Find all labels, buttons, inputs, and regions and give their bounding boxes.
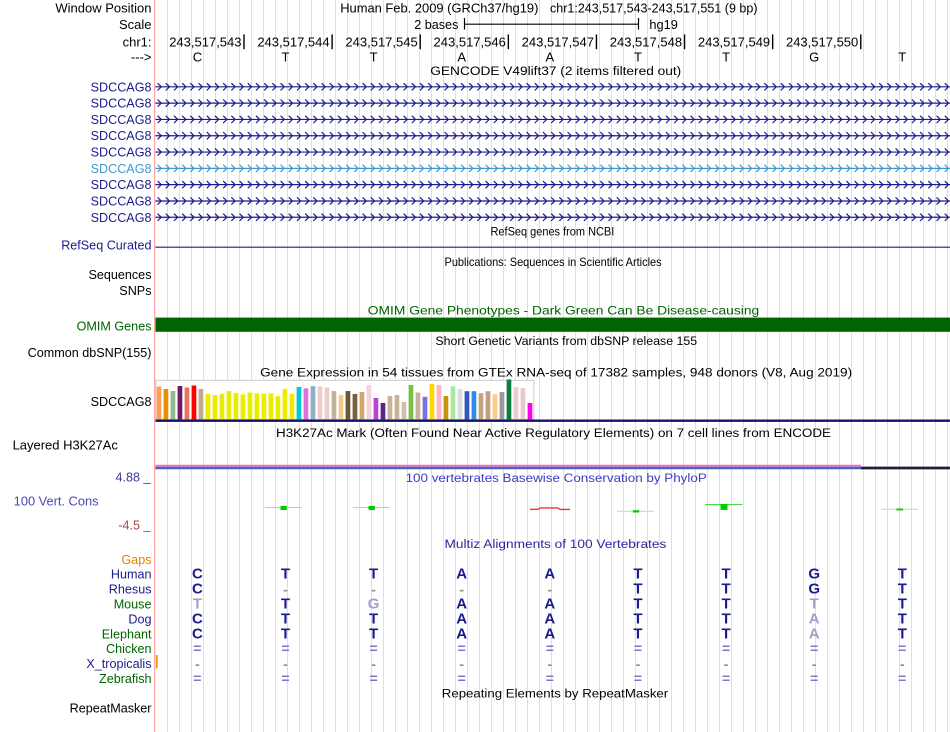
svg-text:243,517,544: 243,517,544 — [257, 35, 329, 50]
svg-text:G: G — [809, 50, 819, 65]
svg-text:Common dbSNP(155): Common dbSNP(155) — [28, 346, 152, 360]
svg-text:=: = — [370, 670, 378, 686]
svg-text:=: = — [281, 640, 289, 656]
svg-text:100 vertebrates Basewise Conse: 100 vertebrates Basewise Conservation by… — [406, 471, 707, 485]
svg-text:=: = — [810, 640, 818, 656]
svg-text:A: A — [544, 566, 555, 583]
svg-text:=: = — [458, 670, 466, 686]
svg-text:C: C — [193, 50, 202, 65]
svg-text:=: = — [458, 640, 466, 656]
svg-text:243,517,548: 243,517,548 — [610, 35, 682, 50]
svg-text:=: = — [370, 640, 378, 656]
svg-text:T: T — [281, 566, 290, 583]
svg-text:Human: Human — [111, 568, 152, 582]
svg-text:chr1:243,517,543-243,517,551 (: chr1:243,517,543-243,517,551 (9 bp) — [550, 1, 758, 16]
svg-text:243,517,545: 243,517,545 — [345, 35, 417, 50]
svg-text:OMIM Gene Phenotypes - Dark Gr: OMIM Gene Phenotypes - Dark Green Can Be… — [368, 303, 760, 317]
svg-text:SDCCAG8: SDCCAG8 — [91, 194, 152, 208]
svg-text:Mouse: Mouse — [114, 597, 152, 611]
svg-text:=: = — [546, 640, 554, 656]
svg-text:Scale: Scale — [119, 17, 152, 32]
svg-text:SDCCAG8: SDCCAG8 — [91, 129, 152, 143]
svg-text:Human Feb. 2009 (GRCh37/hg19): Human Feb. 2009 (GRCh37/hg19) — [340, 1, 538, 16]
svg-text:H3K27Ac Mark (Often Found Near: H3K27Ac Mark (Often Found Near Active Re… — [276, 426, 831, 440]
svg-text:4.88 _: 4.88 _ — [115, 471, 151, 485]
svg-text:A: A — [456, 566, 467, 583]
svg-text:SDCCAG8: SDCCAG8 — [91, 146, 152, 160]
svg-text:SDCCAG8: SDCCAG8 — [91, 395, 152, 409]
svg-text:Rhesus: Rhesus — [109, 583, 152, 597]
svg-text:=: = — [634, 670, 642, 686]
svg-text:RefSeq genes from NCBI: RefSeq genes from NCBI — [491, 224, 615, 238]
svg-text:SNPs: SNPs — [119, 284, 151, 298]
svg-text:SDCCAG8: SDCCAG8 — [91, 178, 152, 192]
svg-text:Chicken: Chicken — [106, 642, 152, 656]
svg-text:=: = — [722, 640, 730, 656]
svg-text:T: T — [722, 50, 730, 65]
svg-text:=: = — [722, 670, 730, 686]
svg-text:T: T — [282, 50, 290, 65]
svg-text:=: = — [898, 670, 906, 686]
svg-text:X_tropicalis: X_tropicalis — [86, 657, 151, 671]
svg-text:T: T — [370, 50, 378, 65]
svg-text:chr1:: chr1: — [123, 35, 152, 50]
svg-text:RefSeq Curated: RefSeq Curated — [61, 238, 151, 252]
svg-text:243,517,550: 243,517,550 — [786, 35, 858, 50]
svg-text:=: = — [193, 670, 201, 686]
svg-text:Window Position: Window Position — [55, 1, 151, 16]
svg-text:T: T — [898, 50, 906, 65]
svg-text:Repeating Elements by RepeatMa: Repeating Elements by RepeatMasker — [442, 686, 668, 700]
svg-text:Gene Expression in 54 tissues: Gene Expression in 54 tissues from GTEx … — [260, 365, 852, 379]
svg-text:=: = — [546, 670, 554, 686]
svg-text:2 bases: 2 bases — [414, 17, 459, 32]
svg-text:A: A — [457, 50, 466, 65]
svg-text:=: = — [634, 640, 642, 656]
svg-text:243,517,546: 243,517,546 — [434, 35, 506, 50]
svg-text:243,517,549: 243,517,549 — [698, 35, 770, 50]
svg-text:A: A — [546, 50, 555, 65]
svg-text:RepeatMasker: RepeatMasker — [70, 702, 152, 716]
svg-text:GENCODE V49lift37 (2 items fil: GENCODE V49lift37 (2 items filtered out) — [430, 64, 681, 78]
svg-text:Dog: Dog — [128, 612, 151, 626]
svg-text:Layered H3K27Ac: Layered H3K27Ac — [13, 439, 118, 453]
svg-text:Elephant: Elephant — [102, 627, 152, 641]
svg-text:SDCCAG8: SDCCAG8 — [91, 162, 152, 176]
svg-text:--->: ---> — [131, 50, 152, 65]
svg-text:=: = — [898, 640, 906, 656]
svg-text:SDCCAG8: SDCCAG8 — [91, 113, 152, 127]
svg-text:100 Vert. Cons: 100 Vert. Cons — [14, 494, 99, 508]
svg-text:Multiz Alignments of 100 Verte: Multiz Alignments of 100 Vertebrates — [445, 537, 667, 551]
svg-text:=: = — [193, 640, 201, 656]
svg-text:SDCCAG8: SDCCAG8 — [91, 97, 152, 111]
svg-text:OMIM Genes: OMIM Genes — [77, 319, 152, 333]
svg-text:hg19: hg19 — [649, 17, 678, 32]
svg-text:Publications: Sequences in Sci: Publications: Sequences in Scientific Ar… — [445, 255, 662, 269]
svg-text:T: T — [369, 566, 378, 583]
svg-text:243,517,543: 243,517,543 — [169, 35, 241, 50]
svg-text:Short Genetic Variants from db: Short Genetic Variants from dbSNP releas… — [435, 334, 697, 348]
svg-text:SDCCAG8: SDCCAG8 — [91, 80, 152, 94]
svg-text:Gaps: Gaps — [121, 553, 151, 567]
svg-text:SDCCAG8: SDCCAG8 — [91, 211, 152, 225]
svg-text:Zebrafish: Zebrafish — [99, 672, 152, 686]
svg-text:-4.5 _: -4.5 _ — [118, 519, 151, 533]
svg-text:=: = — [281, 670, 289, 686]
svg-text:Sequences: Sequences — [88, 268, 151, 282]
svg-text:T: T — [634, 50, 642, 65]
svg-text:243,517,547: 243,517,547 — [522, 35, 594, 50]
svg-text:=: = — [810, 670, 818, 686]
